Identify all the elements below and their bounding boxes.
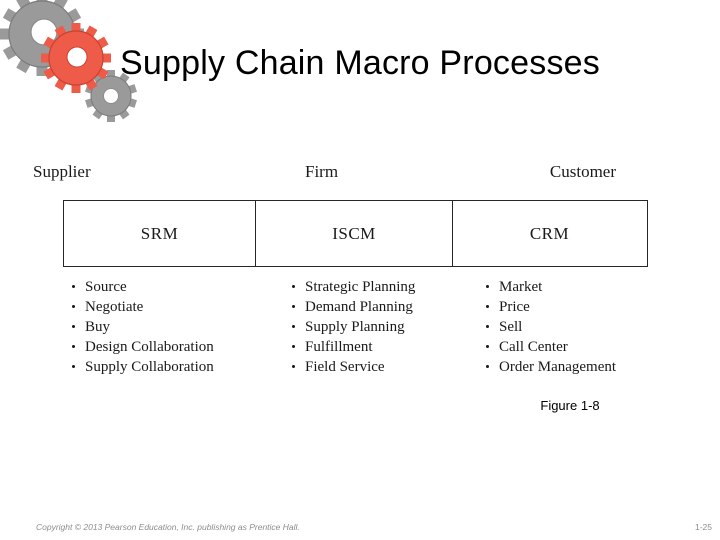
bullet-dot-icon bbox=[486, 345, 489, 348]
list-item-label: Negotiate bbox=[85, 299, 144, 315]
macro-process-table: SRM ISCM CRM bbox=[63, 200, 648, 267]
list-item-label: Fulfillment bbox=[305, 339, 373, 355]
list-item: Demand Planning bbox=[291, 297, 415, 317]
bullet-dot-icon bbox=[72, 285, 75, 288]
list-item: Supply Collaboration bbox=[71, 357, 214, 377]
list-item-label: Market bbox=[499, 279, 543, 295]
axis-label-customer: Customer bbox=[549, 162, 616, 181]
figure-caption: Figure 1-8 bbox=[540, 398, 600, 413]
bullet-dot-icon bbox=[486, 325, 489, 328]
bullet-dot-icon bbox=[292, 365, 295, 368]
list-item: Order Management bbox=[485, 357, 616, 377]
figure-axis-labels: Supplier Firm Customer bbox=[33, 162, 616, 184]
list-item: Supply Planning bbox=[291, 317, 415, 337]
list-item: Design Collaboration bbox=[71, 337, 214, 357]
list-item: Field Service bbox=[291, 357, 415, 377]
bullet-dot-icon bbox=[486, 285, 489, 288]
bullet-dot-icon bbox=[72, 345, 75, 348]
list-item-label: Source bbox=[85, 279, 127, 295]
bullet-dot-icon bbox=[72, 365, 75, 368]
list-item: Sell bbox=[485, 317, 616, 337]
bullet-list-iscm: Strategic Planning Demand Planning Suppl… bbox=[291, 277, 415, 377]
macro-process-bullet-columns: Source Negotiate Buy Design Collaboratio… bbox=[63, 277, 663, 382]
list-item: Fulfillment bbox=[291, 337, 415, 357]
copyright-notice: Copyright © 2013 Pearson Education, Inc.… bbox=[36, 522, 300, 532]
list-item-label: Buy bbox=[85, 319, 111, 335]
list-item-label: Field Service bbox=[305, 359, 385, 375]
bullet-dot-icon bbox=[292, 305, 295, 308]
bullet-list-crm: Market Price Sell Call Center Order Mana… bbox=[485, 277, 616, 377]
list-item-label: Price bbox=[499, 299, 530, 315]
list-item: Source bbox=[71, 277, 214, 297]
list-item-label: Demand Planning bbox=[305, 299, 413, 315]
list-item: Negotiate bbox=[71, 297, 214, 317]
list-item: Price bbox=[485, 297, 616, 317]
list-item-label: Sell bbox=[499, 319, 523, 335]
bullet-dot-icon bbox=[486, 365, 489, 368]
list-item: Call Center bbox=[485, 337, 616, 357]
bullet-dot-icon bbox=[72, 325, 75, 328]
axis-label-firm: Firm bbox=[305, 162, 339, 181]
bullet-dot-icon bbox=[72, 305, 75, 308]
list-item: Buy bbox=[71, 317, 214, 337]
axis-label-supplier: Supplier bbox=[33, 162, 91, 181]
supply-chain-macro-processes-figure: Supplier Firm Customer SRM ISCM CRM Sour… bbox=[0, 0, 720, 540]
list-item-label: Order Management bbox=[499, 359, 617, 375]
bullet-list-srm: Source Negotiate Buy Design Collaboratio… bbox=[71, 277, 214, 377]
list-item: Market bbox=[485, 277, 616, 297]
list-item-label: Supply Collaboration bbox=[85, 359, 214, 375]
macro-process-cell-srm: SRM bbox=[64, 201, 256, 266]
macro-process-cell-iscm: ISCM bbox=[256, 201, 453, 266]
list-item-label: Strategic Planning bbox=[305, 279, 416, 295]
bullet-dot-icon bbox=[292, 345, 295, 348]
macro-process-cell-crm: CRM bbox=[529, 223, 570, 243]
bullet-dot-icon bbox=[292, 325, 295, 328]
bullet-dot-icon bbox=[486, 305, 489, 308]
bullet-dot-icon bbox=[292, 285, 295, 288]
list-item-label: Supply Planning bbox=[305, 319, 405, 335]
page-number: 1-25 bbox=[694, 522, 712, 532]
list-item-label: Design Collaboration bbox=[85, 339, 214, 355]
list-item: Strategic Planning bbox=[291, 277, 415, 297]
list-item-label: Call Center bbox=[499, 339, 568, 355]
